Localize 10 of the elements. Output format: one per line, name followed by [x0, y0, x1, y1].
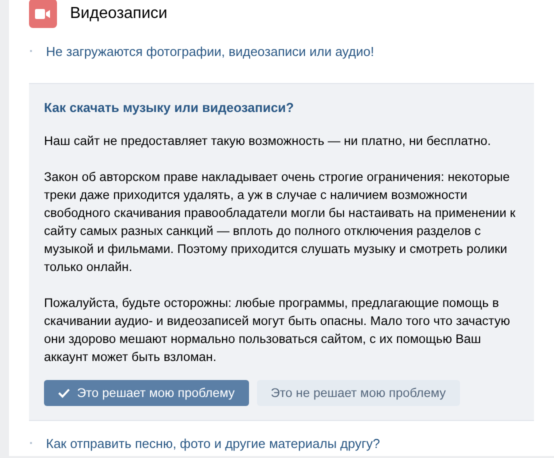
- answer-paragraph: Пожалуйста, будьте осторожны: любые программы, предлагающие помощь в скачивании аудио- и видеозаписей могут быть опасны. Мало того что зачастую они здорово мешают нормально пользоваться сайтом, с их помощью Ваш аккаунт может быть взломан.: [44, 295, 512, 366]
- answer-paragraph: Наш сайт не предоставляет такую возможность — ни платно, ни бесплатно.: [44, 133, 492, 150]
- check-icon: [58, 388, 70, 398]
- question-link[interactable]: Не загружаются фотографии, видеозаписи или аудио!: [46, 44, 374, 58]
- answer-paragraph: Закон об авторском праве накладывает очень строгие ограничения: некоторые треки даже приходится удалять, а уж в случае с наличием возможности свободного скачивания правообладатели могли бы настаивать на применении к сайту самых разных санкций — вплоть до полного отключения разделов с музыкой и фильмами. Поэтому приходится слушать музыку и смотреть ролики только онлайн.: [44, 169, 516, 276]
- solved-button[interactable]: Это решает мою проблему: [44, 380, 249, 406]
- question-link[interactable]: Как отправить песню, фото и другие материалы другу?: [46, 436, 380, 450]
- section-title: Видеозаписи: [70, 4, 168, 22]
- not-solved-button[interactable]: Это не решает мою проблему: [256, 380, 460, 406]
- question-link[interactable]: Как скачать музыку или видеозаписи?: [44, 100, 519, 115]
